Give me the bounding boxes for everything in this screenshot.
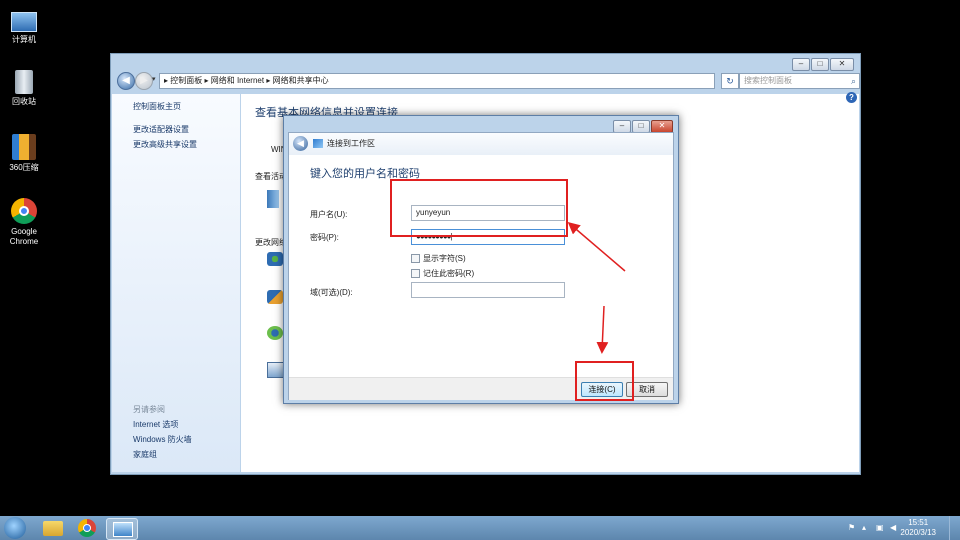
arrow-to-connect [596, 305, 609, 354]
volume-icon[interactable]: ◀ [890, 523, 899, 532]
flag-icon[interactable]: ⚑ [848, 523, 857, 532]
windows-start-icon[interactable] [4, 517, 26, 539]
chrome-icon[interactable] [72, 518, 102, 538]
taskbar: ⚑ ▴ ▣ ◀ 15:51 2020/3/13 [0, 516, 960, 540]
clock-time: 15:51 [908, 518, 929, 527]
network-tray-icon[interactable]: ▣ [876, 523, 885, 532]
show-desktop-button[interactable] [949, 516, 960, 540]
file-explorer-icon[interactable] [38, 518, 68, 538]
clock-date: 2020/3/13 [900, 528, 936, 537]
network-control-panel-icon[interactable] [106, 518, 138, 540]
clock[interactable]: 15:51 2020/3/13 [900, 518, 936, 538]
arrow-to-credentials [567, 222, 626, 272]
annotation-arrows [567, 222, 626, 354]
tray-expand-icon[interactable]: ▴ [862, 523, 871, 532]
